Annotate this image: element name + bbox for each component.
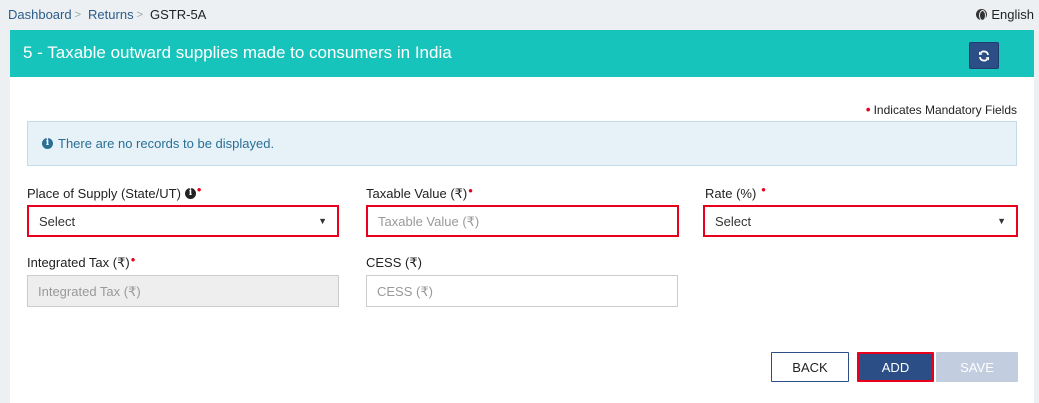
integrated-tax-field: [27, 275, 339, 307]
cess-field[interactable]: [366, 275, 678, 307]
cess-input[interactable]: [377, 283, 667, 299]
integrated-tax-input: [38, 283, 328, 299]
taxable-value-label: Taxable Value (₹) •: [366, 182, 473, 202]
globe-icon: [976, 9, 988, 21]
taxable-value-input[interactable]: [378, 213, 667, 229]
mandatory-dot-icon: •: [865, 101, 871, 117]
breadcrumb-separator: >: [136, 8, 144, 21]
taxable-value-field[interactable]: [366, 205, 679, 237]
info-alert: i There are no records to be displayed.: [27, 121, 1017, 166]
required-marker: •: [130, 251, 136, 267]
required-marker: •: [196, 182, 202, 197]
mandatory-note: • Indicates Mandatory Fields: [865, 101, 1017, 117]
info-icon[interactable]: i: [184, 188, 196, 199]
info-icon: i: [42, 138, 53, 149]
rate-select[interactable]: Select ▼: [703, 205, 1018, 237]
place-of-supply-select[interactable]: Select ▼: [27, 205, 339, 237]
breadcrumb-current: GSTR-5A: [150, 7, 207, 22]
main-panel: 5 - Taxable outward supplies made to con…: [10, 30, 1034, 403]
dropdown-caret-icon: ▼: [318, 216, 327, 226]
page-title: 5 - Taxable outward supplies made to con…: [23, 43, 452, 62]
place-of-supply-label: Place of Supply (State/UT) i •: [27, 182, 202, 201]
section-header: 5 - Taxable outward supplies made to con…: [10, 30, 1034, 77]
add-button[interactable]: ADD: [857, 352, 934, 382]
cess-label: CESS (₹): [366, 255, 422, 270]
rate-label: Rate (%) •: [705, 182, 766, 201]
save-button[interactable]: SAVE: [936, 352, 1018, 382]
alert-message: There are no records to be displayed.: [58, 136, 275, 151]
required-marker: •: [468, 182, 473, 198]
breadcrumb: Dashboard > Returns > GSTR-5A: [8, 7, 206, 22]
back-button[interactable]: BACK: [771, 352, 849, 382]
top-bar: Dashboard > Returns > GSTR-5A English: [0, 0, 1039, 30]
language-selector[interactable]: English: [976, 7, 1034, 22]
required-marker: •: [761, 182, 766, 197]
integrated-tax-label: Integrated Tax (₹) •: [27, 251, 136, 271]
refresh-icon: [979, 50, 989, 61]
refresh-button[interactable]: [969, 42, 999, 69]
dropdown-caret-icon: ▼: [997, 216, 1006, 226]
breadcrumb-dashboard[interactable]: Dashboard: [8, 7, 72, 22]
breadcrumb-separator: >: [74, 8, 82, 21]
breadcrumb-returns[interactable]: Returns: [88, 7, 134, 22]
language-label: English: [991, 7, 1034, 22]
